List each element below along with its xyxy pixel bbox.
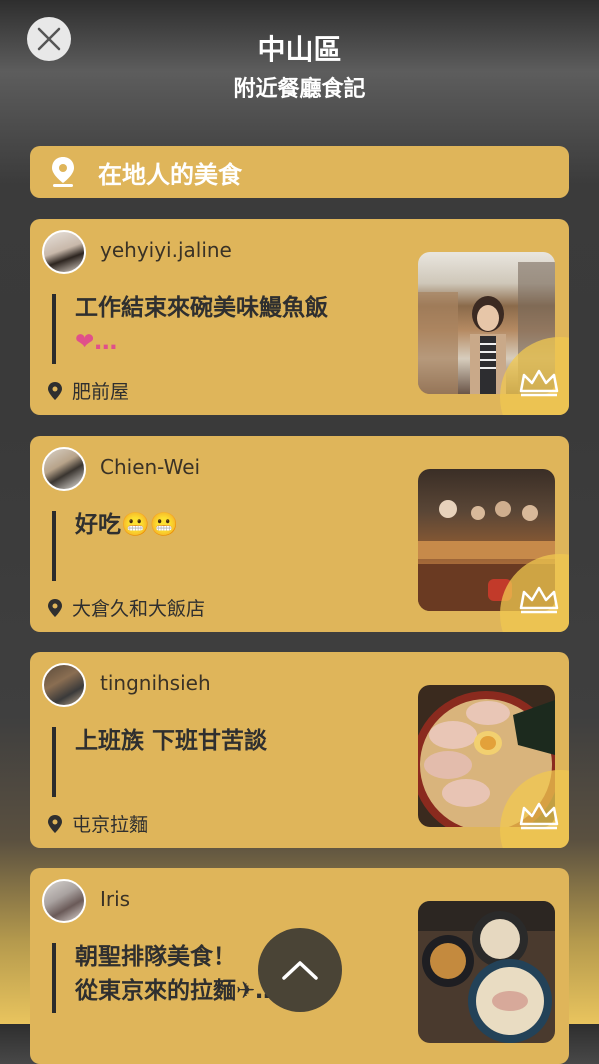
- crown-icon: [519, 802, 559, 830]
- section-label: 在地人的美食: [98, 160, 242, 189]
- username[interactable]: Chien-Wei: [100, 455, 200, 479]
- map-pin-icon: [48, 381, 62, 400]
- quote-bar: [52, 294, 56, 364]
- page-title: 中山區: [257, 33, 342, 66]
- post-text-body: 上班族 下班甘苦談: [75, 728, 268, 754]
- quote-bar: [52, 511, 56, 581]
- post-text[interactable]: 好吃😬😬: [75, 508, 385, 542]
- place[interactable]: 屯京拉麵: [48, 810, 148, 837]
- crown-icon: [519, 586, 559, 614]
- map-pin-icon: [48, 598, 62, 617]
- post-card[interactable]: yehyiyi.jaline 工作結束來碗美味鰻魚飯 ❤… 肥前屋: [30, 219, 569, 415]
- quote-bar: [52, 727, 56, 797]
- header: 中山區 附近餐廳食記: [0, 30, 599, 106]
- post-text[interactable]: 上班族 下班甘苦談: [75, 724, 385, 758]
- post-text-emoji: ❤…: [75, 329, 118, 355]
- place[interactable]: 肥前屋: [48, 377, 129, 404]
- post-card[interactable]: Chien-Wei 好吃😬😬 大倉久和大飯店: [30, 436, 569, 632]
- section-header: 在地人的美食: [30, 146, 569, 198]
- avatar[interactable]: [42, 663, 86, 707]
- username[interactable]: Iris: [100, 887, 130, 911]
- post-card[interactable]: tingnihsieh 上班族 下班甘苦談 屯京拉麵: [30, 652, 569, 848]
- post-photo[interactable]: [418, 901, 555, 1043]
- page-subtitle: 附近餐廳食記: [233, 77, 366, 102]
- place[interactable]: 大倉久和大飯店: [48, 594, 205, 621]
- map-pin-icon: [52, 157, 74, 187]
- chevron-up-icon: [282, 961, 318, 980]
- scroll-to-top-button[interactable]: [258, 928, 342, 1012]
- crown-icon: [519, 369, 559, 397]
- post-text-body: 工作結束來碗美味鰻魚飯: [75, 295, 328, 321]
- place-name: 大倉久和大飯店: [72, 598, 206, 620]
- post-text[interactable]: 工作結束來碗美味鰻魚飯 ❤…: [75, 291, 385, 359]
- post-text-line2: 從東京來的拉麵: [75, 978, 236, 1004]
- place-name: 屯京拉麵: [72, 814, 149, 836]
- avatar[interactable]: [42, 879, 86, 923]
- place-name: 肥前屋: [72, 381, 130, 403]
- post-text-body: 好吃: [75, 512, 121, 538]
- avatar[interactable]: [42, 230, 86, 274]
- map-pin-icon: [48, 814, 62, 833]
- quote-bar: [52, 943, 56, 1013]
- username[interactable]: yehyiyi.jaline: [100, 238, 232, 262]
- post-text-emoji: 😬😬: [121, 512, 179, 538]
- avatar[interactable]: [42, 447, 86, 491]
- post-text-body: 朝聖排隊美食！: [75, 944, 236, 970]
- username[interactable]: tingnihsieh: [100, 671, 211, 695]
